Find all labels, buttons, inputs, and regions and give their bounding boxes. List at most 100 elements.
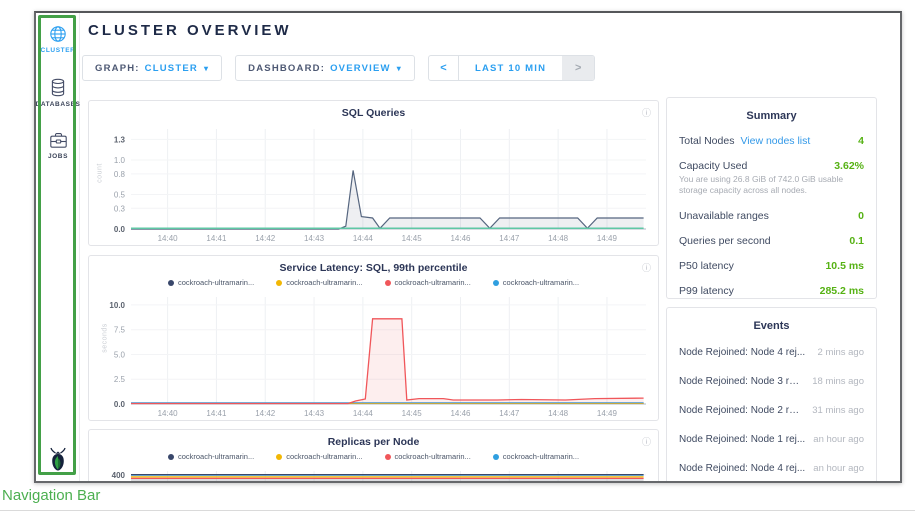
x-tick-label: 14:45 xyxy=(402,409,423,418)
info-icon[interactable]: ⓘ xyxy=(642,435,651,448)
legend-item[interactable]: cockroach-ultramarin... xyxy=(276,278,362,287)
x-tick-label: 14:40 xyxy=(158,234,179,243)
event-text: Node Rejoined: Node 1 rej... xyxy=(679,434,805,445)
legend-label: cockroach-ultramarin... xyxy=(286,278,362,287)
node-3-area xyxy=(131,319,644,404)
time-range-label[interactable]: LAST 10 MIN xyxy=(459,56,562,80)
sql-queries-plot[interactable]: 1.31.00.80.50.30.014:4014:4114:4214:4314… xyxy=(89,121,658,245)
annotation-caption: Navigation Bar xyxy=(2,487,100,504)
legend-dot-icon xyxy=(276,454,282,460)
event-row: Node Rejoined: Node 2 rej... 31 mins ago xyxy=(667,396,876,425)
graph-dropdown-label: GRAPH: xyxy=(95,63,140,74)
sidebar-item-cluster[interactable]: CLUSTER xyxy=(36,25,80,54)
summary-label: P50 latency xyxy=(679,260,734,272)
legend-item[interactable]: cockroach-ultramarin... xyxy=(385,452,471,461)
sidebar-item-label: CLUSTER xyxy=(41,47,76,54)
chart-legend: cockroach-ultramarin... cockroach-ultrama… xyxy=(89,450,658,463)
legend-item[interactable]: cockroach-ultramarin... xyxy=(385,278,471,287)
legend-dot-icon xyxy=(276,280,282,286)
legend-dot-icon xyxy=(168,454,174,460)
y-tick-label: 400 xyxy=(112,471,126,480)
x-tick-label: 14:45 xyxy=(402,234,423,243)
y-tick-label: 0.3 xyxy=(114,204,126,213)
legend-dot-icon xyxy=(385,454,391,460)
event-time: an hour ago xyxy=(805,434,864,445)
chart-replicas-per-node: Replicas per Node ⓘ cockroach-ultramarin… xyxy=(88,429,659,483)
service-latency-plot[interactable]: 10.07.55.02.50.014:4014:4114:4214:4314:4… xyxy=(89,289,658,420)
y-tick-label: 1.3 xyxy=(114,135,126,144)
event-row: Node Rejoined: Node 1 rej... an hour ago xyxy=(667,425,876,454)
time-next-button[interactable]: > xyxy=(562,56,594,80)
legend-label: cockroach-ultramarin... xyxy=(395,452,471,461)
info-icon[interactable]: ⓘ xyxy=(642,106,651,119)
x-tick-label: 14:41 xyxy=(206,234,227,243)
dashboard-dropdown-value: OVERVIEW xyxy=(330,63,391,74)
summary-value: 0.1 xyxy=(849,235,864,247)
x-tick-label: 14:42 xyxy=(255,234,276,243)
x-tick-label: 14:49 xyxy=(597,409,618,418)
summary-label: P99 latency xyxy=(679,285,734,297)
event-time: 18 mins ago xyxy=(804,376,864,387)
cockroachdb-logo[interactable] xyxy=(36,447,80,473)
info-icon[interactable]: ⓘ xyxy=(642,261,651,274)
capacity-note: You are using 26.8 GiB of 742.0 GiB usab… xyxy=(667,174,876,204)
y-axis-label: seconds xyxy=(101,323,108,353)
x-tick-label: 14:47 xyxy=(499,409,520,418)
event-row: Node Rejoined: Node 4 rej... 2 mins ago xyxy=(667,338,876,367)
time-prev-button[interactable]: < xyxy=(429,56,459,80)
event-text: Node Rejoined: Node 4 rej... xyxy=(679,463,805,474)
x-tick-label: 14:46 xyxy=(450,234,471,243)
x-tick-label: 14:48 xyxy=(548,409,569,418)
summary-label: Unavailable ranges xyxy=(679,210,769,222)
view-nodes-link[interactable]: View nodes list xyxy=(740,135,810,147)
summary-label: Total Nodes xyxy=(679,135,734,147)
legend-item[interactable]: cockroach-ultramarin... xyxy=(493,278,579,287)
chart-legend: cockroach-ultramarin... cockroach-ultrama… xyxy=(89,276,658,289)
sidebar-item-databases[interactable]: DATABASES xyxy=(36,78,80,108)
chart-title: Service Latency: SQL, 99th percentile xyxy=(89,256,658,276)
y-axis-label: count xyxy=(96,163,103,183)
page-title: CLUSTER OVERVIEW xyxy=(88,22,292,39)
summary-row-unavailable: Unavailable ranges 0 xyxy=(667,203,876,228)
event-time: 31 mins ago xyxy=(804,405,864,416)
legend-label: cockroach-ultramarin... xyxy=(178,452,254,461)
summary-title: Summary xyxy=(667,98,876,128)
event-time: 2 mins ago xyxy=(810,347,864,358)
y-tick-label: 2.5 xyxy=(114,375,126,384)
sidebar-item-jobs[interactable]: JOBS xyxy=(36,132,80,160)
summary-label: Capacity Used xyxy=(679,160,747,172)
summary-value: 0 xyxy=(858,210,864,222)
legend-dot-icon xyxy=(493,280,499,286)
summary-row-capacity: Capacity Used 3.62% xyxy=(667,153,876,174)
summary-row-p50: P50 latency 10.5 ms xyxy=(667,253,876,278)
chart-title: Replicas per Node xyxy=(89,430,658,450)
x-tick-label: 14:49 xyxy=(597,234,618,243)
legend-item[interactable]: cockroach-ultramarin... xyxy=(493,452,579,461)
dashboard-controls: GRAPH: CLUSTER ▾ DASHBOARD: OVERVIEW ▾ <… xyxy=(82,55,595,81)
globe-icon xyxy=(49,25,67,43)
legend-item[interactable]: cockroach-ultramarin... xyxy=(276,452,362,461)
summary-row-p99: P99 latency 285.2 ms xyxy=(667,278,876,299)
summary-panel: Summary Total Nodes View nodes list 4 Ca… xyxy=(666,97,877,299)
legend-item[interactable]: cockroach-ultramarin... xyxy=(168,452,254,461)
x-tick-label: 14:47 xyxy=(499,234,520,243)
x-tick-label: 14:43 xyxy=(304,409,325,418)
legend-label: cockroach-ultramarin... xyxy=(503,452,579,461)
graph-dropdown[interactable]: GRAPH: CLUSTER ▾ xyxy=(82,55,222,81)
summary-row-total-nodes: Total Nodes View nodes list 4 xyxy=(667,128,876,153)
summary-value: 4 xyxy=(858,135,864,147)
chart-service-latency: Service Latency: SQL, 99th percentile ⓘ … xyxy=(88,255,659,421)
replicas-plot[interactable]: 40014:4014:4114:4214:4314:4414:4514:4614… xyxy=(89,463,658,483)
summary-value: 285.2 ms xyxy=(820,285,864,297)
x-tick-label: 14:40 xyxy=(158,409,179,418)
node-4-area xyxy=(131,478,644,483)
chart-title: SQL Queries xyxy=(89,101,658,121)
legend-dot-icon xyxy=(493,454,499,460)
legend-item[interactable]: cockroach-ultramarin... xyxy=(168,278,254,287)
events-panel: Events Node Rejoined: Node 4 rej... 2 mi… xyxy=(666,307,877,483)
y-tick-label: 7.5 xyxy=(114,326,126,335)
legend-label: cockroach-ultramarin... xyxy=(178,278,254,287)
y-tick-label: 0.0 xyxy=(114,225,126,234)
dashboard-dropdown[interactable]: DASHBOARD: OVERVIEW ▾ xyxy=(235,55,415,81)
annotated-screenshot: CLUSTER DATABASES xyxy=(0,0,915,517)
